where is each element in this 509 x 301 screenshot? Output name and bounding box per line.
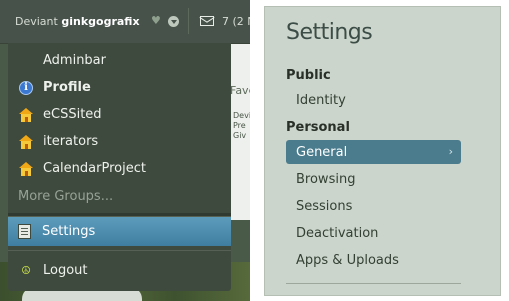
section-heading-public: Public (286, 68, 331, 83)
background-snippets: Devi Pre Giv (233, 111, 250, 141)
user-menu-trigger[interactable]: Deviant ginkgografix (15, 15, 140, 28)
menu-item-label: Logout (43, 263, 88, 278)
top-bar: Deviant ginkgografix ♥ 7 (2 N (0, 0, 250, 44)
settings-icon (18, 224, 31, 239)
info-icon: i (19, 80, 33, 95)
menu-item-label: Settings (42, 224, 96, 239)
chevron-down-icon[interactable] (168, 16, 179, 27)
background-snippet: Pre (233, 121, 246, 130)
message-count[interactable]: 7 (2 N (222, 15, 250, 28)
menu-item-settings[interactable]: Settings (8, 217, 231, 246)
settings-divider (286, 283, 461, 284)
envelope-icon[interactable] (200, 16, 214, 26)
settings-item-label: General (296, 144, 348, 160)
settings-item-sessions[interactable]: Sessions (286, 194, 461, 218)
home-icon (19, 161, 33, 176)
menu-item-ecssited[interactable]: eCSSited (8, 101, 231, 128)
menu-item-calendarproject[interactable]: CalendarProject (8, 155, 231, 182)
deviant-prefix: Deviant (15, 15, 58, 28)
menu-item-label: Profile (43, 80, 91, 95)
username: ginkgografix (61, 15, 140, 28)
menu-item-adminbar[interactable]: Adminbar (8, 47, 250, 74)
peace-icon: ☮ (21, 264, 31, 277)
menu-item-label: CalendarProject (43, 161, 146, 176)
settings-item-apps-uploads[interactable]: Apps & Uploads (286, 248, 461, 272)
section-heading-personal: Personal (286, 120, 350, 135)
settings-item-deactivation[interactable]: Deactivation (286, 221, 461, 245)
background-fav-text: Fave (230, 84, 250, 97)
chevron-right-icon: › (448, 145, 453, 158)
heart-icon: ♥ (151, 14, 161, 27)
more-groups-link[interactable]: More Groups... (8, 183, 241, 210)
settings-title: Settings (286, 20, 373, 45)
home-icon (19, 107, 33, 122)
menu-item-label: eCSSited (43, 107, 102, 122)
background-snippet: Devi (233, 111, 250, 120)
user-dropdown-menu: Adminbar i Profile eCSSited iterators Ca… (8, 43, 231, 291)
menu-item-profile[interactable]: i Profile (8, 74, 231, 101)
settings-item-general[interactable]: General › (286, 140, 461, 164)
menu-item-iterators[interactable]: iterators (8, 128, 231, 155)
menu-item-logout[interactable]: ☮ Logout (8, 257, 231, 284)
menu-divider (8, 250, 231, 251)
menu-item-label: Adminbar (43, 53, 106, 68)
settings-item-identity[interactable]: Identity (286, 88, 461, 112)
dropdown-screenshot: Fave Devi Pre Giv Deviant ginkgografix ♥… (0, 0, 250, 301)
settings-item-browsing[interactable]: Browsing (286, 167, 461, 191)
more-groups-label: More Groups... (18, 189, 114, 204)
background-snippet: Giv (233, 131, 247, 140)
home-icon (19, 134, 33, 149)
topbar-divider (188, 8, 189, 34)
settings-sidebar: Settings Public Identity Personal Genera… (264, 6, 501, 296)
menu-item-label: iterators (43, 134, 99, 149)
